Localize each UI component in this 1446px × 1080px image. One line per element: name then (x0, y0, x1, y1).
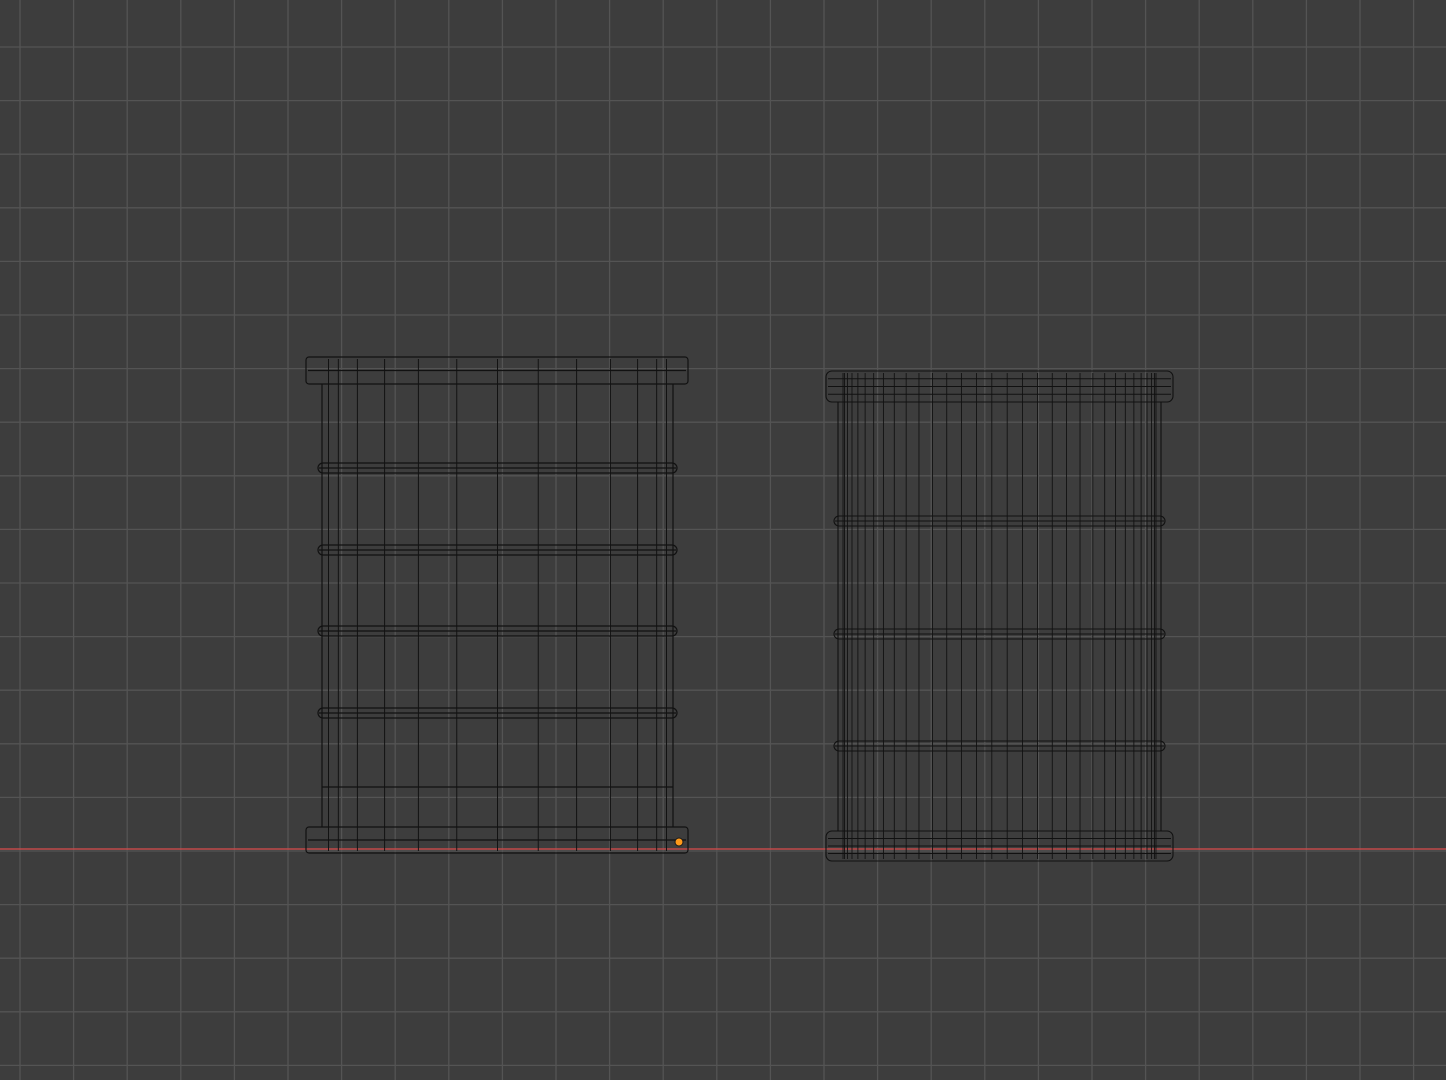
viewport-canvas[interactable] (0, 0, 1446, 1080)
object-origin-icon[interactable] (674, 837, 684, 847)
floor-grid (0, 0, 1446, 1080)
barrel-low-poly-wireframe[interactable] (305, 356, 689, 854)
3d-viewport[interactable] (0, 0, 1446, 1080)
